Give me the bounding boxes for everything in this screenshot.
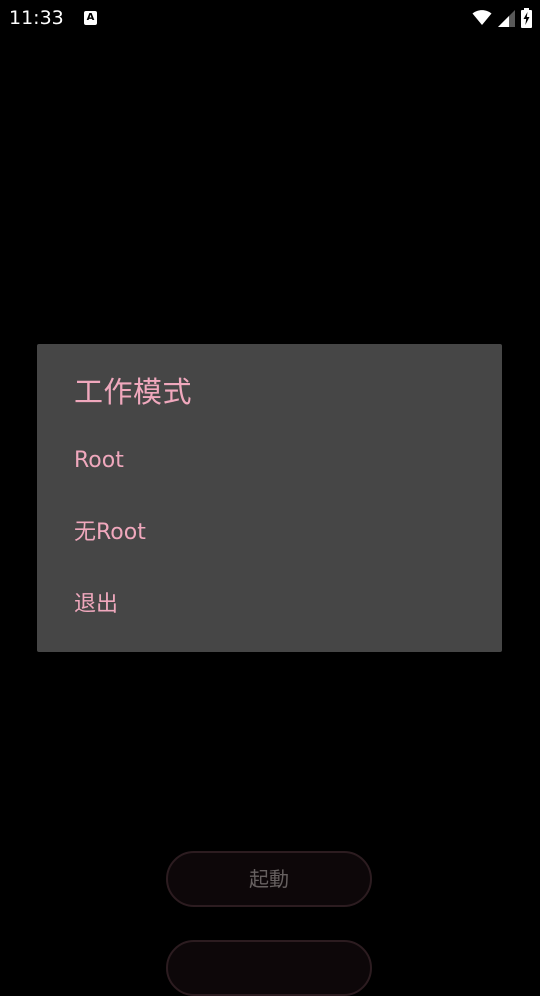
- start-button[interactable]: 起動: [166, 851, 372, 907]
- dialog-item-label: Root: [74, 448, 124, 473]
- dialog-title: 工作模式: [74, 375, 193, 409]
- dialog-item-no-root[interactable]: 无Root: [37, 497, 502, 569]
- dialog-item-root[interactable]: Root: [37, 425, 502, 497]
- dialog-item-label: 退出: [74, 592, 119, 617]
- signal-icon: [498, 9, 515, 27]
- dialog-item-exit[interactable]: 退出: [37, 569, 502, 641]
- notification-a-icon: A: [84, 11, 97, 25]
- work-mode-dialog: 工作模式 Root 无Root 退出: [37, 344, 502, 652]
- status-bar: 11:33 A: [0, 0, 540, 36]
- status-time: 11:33: [9, 7, 64, 29]
- battery-charging-icon: [521, 8, 532, 28]
- wifi-icon: [472, 10, 492, 26]
- start-button-label: 起動: [249, 867, 289, 891]
- status-icons: [472, 7, 532, 29]
- dialog-item-label: 无Root: [74, 520, 146, 545]
- secondary-button[interactable]: [166, 940, 372, 996]
